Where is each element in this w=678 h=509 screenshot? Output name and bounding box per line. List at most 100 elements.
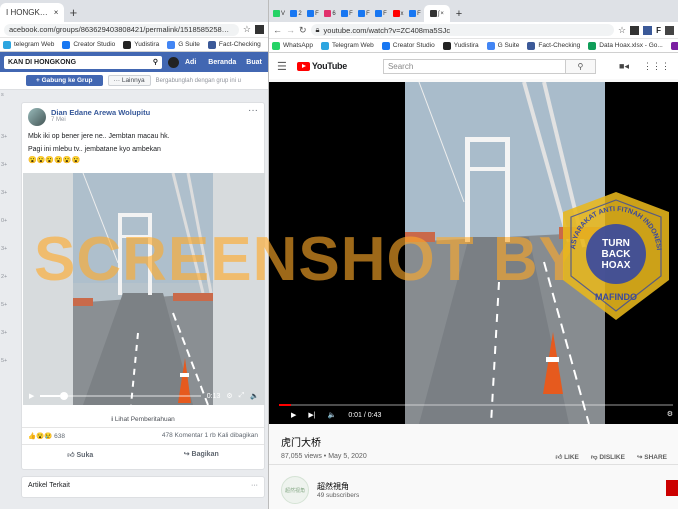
volume-icon[interactable]: 🔈: [328, 411, 337, 419]
share-button[interactable]: ↪ SHARE: [637, 453, 667, 461]
search-value: KAN DI HONGKONG: [8, 58, 77, 66]
youtube-search: Search ⚲: [382, 58, 596, 74]
browser-tab[interactable]: ʃ ×: [424, 5, 450, 22]
nav-create[interactable]: Buat: [246, 59, 262, 66]
tab-favicon-icon: [392, 10, 400, 17]
new-tab-button[interactable]: +: [451, 5, 467, 22]
bookmark-item[interactable]: Fact-Checking: [527, 41, 580, 50]
close-icon[interactable]: ×: [54, 8, 59, 17]
more-options-icon[interactable]: ···: [248, 106, 258, 126]
bookmark-item[interactable]: Yudistira: [123, 40, 159, 49]
star-icon[interactable]: ☆: [243, 24, 251, 35]
browser-tab[interactable]: F: [373, 5, 389, 22]
fullscreen-icon[interactable]: ⤢: [239, 392, 245, 400]
reload-icon[interactable]: ↻: [299, 25, 307, 36]
bookmark-icon: [486, 41, 495, 50]
browser-tab[interactable]: V: [271, 5, 287, 22]
share-button[interactable]: ↪ Bagikan: [184, 450, 219, 459]
browser-tab[interactable]: F: [356, 5, 372, 22]
browser-tab[interactable]: 6: [322, 5, 338, 22]
sidebar-count: [0, 176, 18, 190]
bookmark-item[interactable]: Yudistira: [442, 41, 479, 50]
bookmark-item[interactable]: G Suite: [167, 40, 200, 49]
bookmark-item[interactable]: telegram Web: [3, 40, 54, 49]
reaction-summary[interactable]: 👍😮😢 638: [28, 432, 65, 440]
more-options-icon[interactable]: ···: [251, 482, 258, 489]
comment-count[interactable]: 478 Komentar: [162, 432, 203, 439]
avatar[interactable]: [168, 56, 179, 68]
bookmark-label: Fact-Checking: [218, 41, 261, 48]
extension-icon[interactable]: [255, 25, 264, 34]
bookmark-item[interactable]: Worms: [670, 41, 678, 50]
bookmark-item[interactable]: Telegram Web: [321, 41, 374, 50]
bookmark-icon: [3, 40, 11, 49]
extension-icon[interactable]: [630, 25, 640, 35]
share-count[interactable]: 1 rb Kali dibagikan: [205, 432, 258, 439]
facebook-search-input[interactable]: KAN DI HONGKONG ⚲: [4, 55, 162, 69]
progress-bar[interactable]: [279, 404, 673, 406]
youtube-logo[interactable]: YouTube: [296, 61, 347, 71]
browser-tab[interactable]: 2: [288, 5, 304, 22]
browser-tab[interactable]: F: [305, 5, 321, 22]
play-icon[interactable]: ▶: [291, 411, 296, 419]
sidebar-count: s: [1, 92, 4, 98]
post-line: 😮😮😮😮😮😮: [28, 157, 81, 164]
fact-check-icon[interactable]: F: [656, 26, 661, 35]
bookmark-icon: [123, 40, 132, 49]
next-icon[interactable]: ▶|: [308, 411, 315, 419]
like-button[interactable]: 👍︎ LIKE: [555, 453, 578, 461]
post-date[interactable]: 7 Mei: [51, 117, 150, 123]
play-icon[interactable]: ▶: [29, 392, 34, 400]
notice-link[interactable]: i Lihat Pemberitahuan: [22, 412, 264, 428]
search-button[interactable]: ⚲: [564, 59, 595, 73]
subscribe-button[interactable]: [666, 480, 678, 496]
dislike-button[interactable]: 👎︎ DISLIKE: [591, 453, 625, 461]
nav-profile[interactable]: Adi: [185, 59, 196, 66]
menu-icon[interactable]: ☰: [277, 60, 287, 73]
settings-icon[interactable]: ⚙: [226, 392, 232, 400]
author-avatar[interactable]: [28, 108, 46, 126]
nav-home[interactable]: Beranda: [208, 59, 236, 66]
left-url-field[interactable]: acebook.com/groups/863629403808421/perma…: [4, 23, 239, 36]
new-tab-button[interactable]: +: [64, 3, 82, 22]
like-button[interactable]: 👍︎ Suka: [67, 450, 93, 459]
forward-icon[interactable]: →: [286, 25, 295, 35]
bookmark-item[interactable]: Fact-Checking: [207, 40, 261, 49]
volume-icon[interactable]: 🔈: [250, 392, 259, 400]
sidebar-count: 5+: [1, 302, 8, 308]
channel-avatar[interactable]: 超然视角: [281, 476, 309, 504]
sidebar-count: [0, 260, 18, 274]
post-line: Mbk iki op bener jere ne.. Jembtan macau…: [28, 133, 170, 140]
apps-grid-icon[interactable]: ⋮⋮⋮: [643, 61, 670, 72]
bookmark-icon: [321, 41, 329, 50]
seek-bar[interactable]: [40, 392, 201, 400]
bookmark-item[interactable]: Creator Studio: [62, 40, 115, 49]
extension-icon[interactable]: [665, 25, 674, 35]
browser-tab[interactable]: F: [339, 5, 355, 22]
fb-extension-icon[interactable]: [643, 25, 653, 35]
browser-tab[interactable]: x: [390, 5, 406, 22]
facebook-tab[interactable]: I HONGK… ×: [0, 3, 65, 22]
browser-tab[interactable]: F: [407, 5, 423, 22]
create-video-icon[interactable]: ■◂: [619, 61, 629, 72]
join-group-button[interactable]: + Gabung ke Grup: [26, 75, 103, 86]
player-buttons: ▶ ▶| 🔈 0:01 / 0:43: [291, 411, 381, 420]
search-input[interactable]: Search: [384, 60, 565, 73]
search-icon[interactable]: ⚲: [153, 58, 158, 66]
channel-name[interactable]: 超然視角: [317, 481, 359, 492]
bookmark-item[interactable]: Data Hoax.xlsx - Go...: [588, 41, 663, 50]
youtube-header: ☰ YouTube Search ⚲ ■◂ ⋮⋮⋮: [269, 53, 678, 79]
more-button[interactable]: ··· Lainnya: [107, 75, 151, 86]
bookmark-item[interactable]: Creator Studio: [381, 41, 435, 50]
right-url-field[interactable]: 🔒︎ youtube.com/watch?v=ZC408ma5SJc: [310, 24, 615, 36]
settings-icon[interactable]: ⚙: [667, 410, 673, 418]
back-icon[interactable]: ←: [273, 25, 282, 35]
close-icon[interactable]: ×: [440, 11, 444, 17]
sidebar-count: [0, 204, 18, 218]
star-icon[interactable]: ☆: [618, 25, 626, 36]
left-tab-bar: I HONGK… × +: [0, 0, 268, 22]
bookmark-item[interactable]: WhatsApp: [272, 41, 313, 50]
post-author[interactable]: Dian Edane Arewa Wolupitu: [51, 108, 150, 117]
bookmark-item[interactable]: G Suite: [486, 41, 519, 50]
tab-favicon-icon: [324, 10, 332, 17]
